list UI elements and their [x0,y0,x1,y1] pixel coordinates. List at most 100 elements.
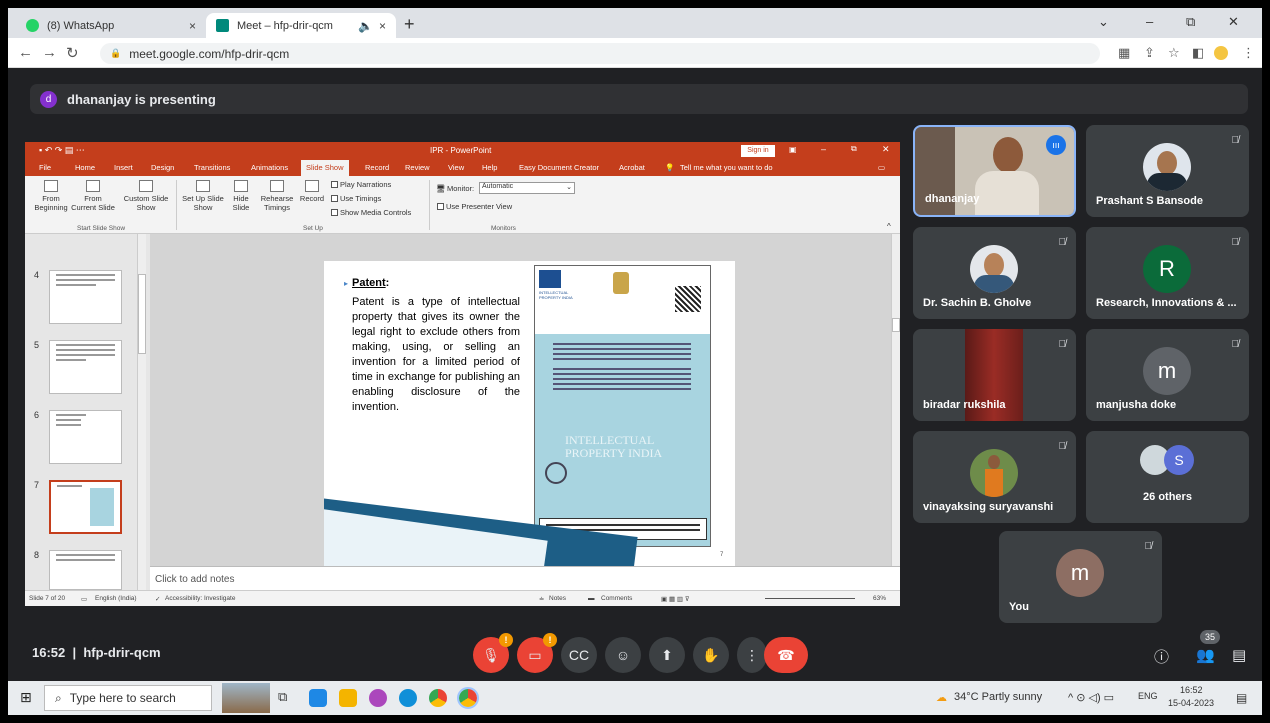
tile-sachin[interactable]: 🎙̸ Dr. Sachin B. Gholve [913,227,1076,319]
reload-icon[interactable]: ↻ [66,44,79,62]
url-field[interactable]: 🔒 meet.google.com/hfp-drir-qcm [100,43,1100,64]
camera-off-icon: ▭ [528,646,542,663]
more-options-button[interactable]: ⋮ [737,637,767,673]
present-screen-icon: ⬆ [661,646,673,663]
task-view-icon[interactable]: ⧉ [278,689,296,707]
back-arrow-icon[interactable]: ← [18,44,33,61]
button-label: Rehearse Timings [260,194,294,212]
sign-in-button: Sign in [741,145,775,157]
phone-hangup-icon: ☎ [777,646,795,663]
thumb-line [56,274,115,276]
tray-icons[interactable]: ^ ⊙ ◁) ▭ [1068,691,1114,704]
raise-hand-button[interactable]: ✋ [693,637,729,673]
emoji-icon: ☺ [615,647,631,663]
tile-you[interactable]: 🎙̸ m You [999,531,1162,623]
present-button[interactable]: ⬆ [649,637,685,673]
file-explorer-icon[interactable] [339,689,357,707]
meet-control-bar: 16:52 | hfp-drir-qcm 🎙! ▭! CC ☺ ⬆ ✋ ⋮ ☎ … [8,628,1262,674]
mic-toggle-button[interactable]: 🎙! [473,633,513,673]
close-tab-icon[interactable]: × [379,19,386,33]
weather-icon[interactable]: ☁ [936,691,947,704]
restore-button[interactable]: ⧉ [1186,14,1195,30]
button-label: From Current Slide [71,194,115,212]
rehearse-button: Rehearse Timings [256,178,298,212]
collapse-ribbon-icon: ^ [887,222,891,231]
browser-menu-icon[interactable]: ⋮ [1242,45,1255,61]
tab-meet[interactable]: Meet – hfp-drir-qcm 🔈 × [206,13,396,38]
slide-thumbnail [49,270,122,324]
participant-name: biradar rukshila [923,399,1006,411]
photo-face [984,253,1004,277]
clock-time[interactable]: 16:52 [1180,685,1203,695]
comments-icon: ▭ [878,163,886,172]
cert-brand-text: INTELLECTUAL PROPERTY INDIA [539,290,573,300]
notes-pane: Click to add notes [150,566,900,590]
close-window-button[interactable]: ✕ [1228,14,1239,30]
slide-thumbnail-pane: 4 5 6 7 8 [25,234,150,590]
language-indicator[interactable]: ENG [1138,691,1158,701]
ppt-window-title: IPR - PowerPoint [430,146,492,155]
chevron-down-icon: ⌄ [566,184,572,191]
taskbar-search[interactable]: ⌕ Type here to search [44,685,212,711]
cert-line [553,343,691,345]
paint-icon[interactable] [369,689,387,707]
captions-button[interactable]: CC [561,637,597,673]
minimize-button[interactable]: – [1146,14,1153,29]
participant-initial-avatar: R [1143,245,1191,293]
share-icon[interactable]: ⇪ [1144,45,1155,61]
chrome-icon[interactable] [429,689,447,707]
chrome-active-icon[interactable] [457,687,479,709]
sidepanel-icon[interactable]: ◧ [1192,45,1204,61]
camera-toggle-button[interactable]: ▭! [517,633,557,673]
tile-research-innovations[interactable]: 🎙̸ R Research, Innovations & ... [1086,227,1249,319]
mic-off-icon: 🎙̸ [1231,135,1240,146]
bookmark-star-icon[interactable]: ☆ [1168,45,1180,61]
hide-slide-icon [234,180,248,192]
tab-whatsapp[interactable]: (8) WhatsApp × [16,13,206,38]
presenting-banner: d dhananjay is presenting [30,84,1248,114]
tile-dhananjay[interactable]: ııı dhananjay [913,125,1076,217]
leave-call-button[interactable]: ☎ [764,637,808,673]
tile-others[interactable]: S 26 others [1086,431,1249,523]
whatsapp-icon [26,19,39,32]
notification-icon[interactable]: ▤ [1236,691,1247,705]
emblem-icon [613,272,629,294]
forward-arrow-icon[interactable]: → [42,44,57,61]
reactions-button[interactable]: ☺ [605,637,641,673]
new-tab-button[interactable]: + [404,14,415,35]
weather-text[interactable]: 34°C Partly sunny [954,691,1042,703]
chat-icon[interactable]: ▤ [1232,646,1246,664]
clock-date[interactable]: 15-04-2023 [1168,698,1214,708]
ppt-tab-home: Home [75,163,96,172]
people-icon[interactable]: 👥 [1196,646,1215,664]
edge-icon[interactable] [399,689,417,707]
tile-manjusha[interactable]: 🎙̸ m manjusha doke [1086,329,1249,421]
cert-line [553,358,691,360]
save-icon: ▪ ↶ ↷ ▤ ⋯ [39,145,85,155]
profile-avatar[interactable] [1214,46,1228,60]
ppt-tab-insert: Insert [114,163,133,172]
ppt-tab-design: Design [151,163,175,172]
participant-name: dhananjay [925,193,980,205]
extension-icon[interactable]: ▦ [1118,45,1130,61]
monitor-select: Automatic ⌄ [479,182,575,194]
ppt-status-bar: Slide 7 of 20 ▭ English (India) ✓ Access… [25,590,900,606]
participant-initial-avatar: m [1143,347,1191,395]
patent-certificate-image: INTELLECTUAL PROPERTY INDIA INTELLECTUAL… [534,265,711,547]
speaking-indicator-icon: ııı [1046,135,1066,155]
windows-start-icon[interactable]: ⊞ [20,689,32,706]
tile-prashant[interactable]: 🎙̸ Prashant S Bansode [1086,125,1249,217]
thumb-line [56,554,115,556]
tile-vinayaksing[interactable]: 🎙̸ vinayaksing suryavanshi [913,431,1076,523]
search-placeholder: Type here to search [69,691,176,705]
ip-india-logo [539,270,561,288]
close-tab-icon[interactable]: × [189,19,196,33]
info-icon[interactable]: ⓘ [1154,646,1169,667]
ppt-close-icon: ✕ [882,144,890,154]
tab-search-icon[interactable]: ⌄ [1098,14,1109,30]
tile-biradar[interactable]: 🎙̸ biradar rukshila [913,329,1076,421]
mail-icon[interactable] [309,689,327,707]
mic-off-icon: 🎙̸ [1058,237,1067,248]
news-widget-image[interactable] [222,683,270,713]
checkbox-label: Play Narrations [340,180,392,189]
